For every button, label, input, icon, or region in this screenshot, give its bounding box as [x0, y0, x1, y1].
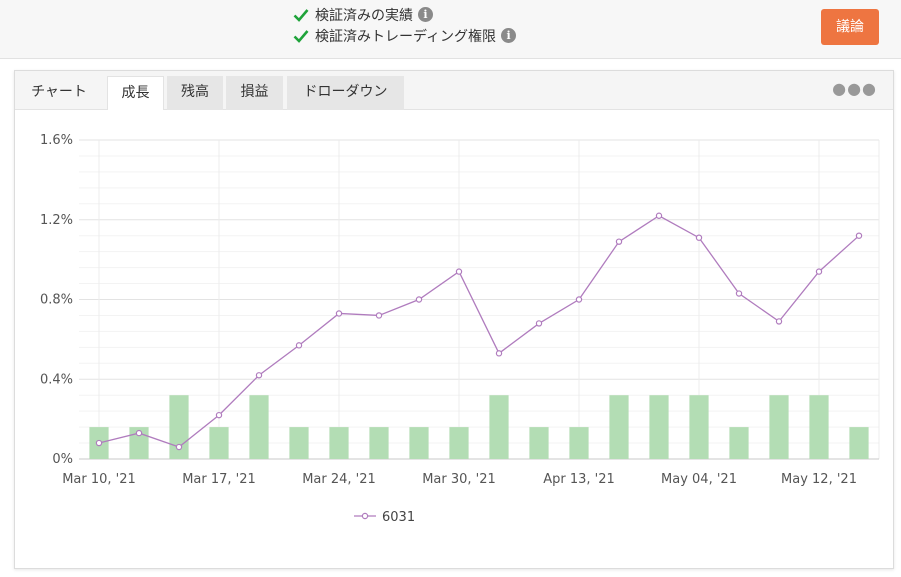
- data-point: [535, 320, 543, 327]
- x-tick-label: May 04, '21: [661, 472, 737, 487]
- data-point: [495, 350, 503, 357]
- data-point: [255, 372, 263, 379]
- check-icon: [293, 29, 309, 43]
- data-point: [295, 342, 303, 349]
- data-point: [335, 310, 343, 317]
- data-point: [375, 312, 383, 319]
- data-point: [415, 296, 423, 303]
- data-point: [575, 296, 583, 303]
- data-point: [175, 443, 183, 451]
- y-tick-label: 1.6%: [40, 133, 73, 148]
- bar: [449, 427, 469, 459]
- data-point: [695, 234, 703, 241]
- legend-label: 6031: [382, 510, 415, 525]
- y-tick-label: 0.8%: [40, 293, 73, 308]
- bar: [809, 395, 829, 459]
- data-point: [455, 268, 463, 275]
- x-tick-label: May 12, '21: [781, 472, 857, 487]
- bar: [489, 395, 509, 459]
- bar: [409, 427, 429, 459]
- bar: [729, 427, 749, 459]
- bar: [209, 427, 229, 459]
- bar: [329, 427, 349, 459]
- check-icon: [293, 8, 309, 22]
- y-tick-label: 0%: [52, 452, 73, 467]
- bar: [609, 395, 629, 459]
- x-tick-label: Apr 13, '21: [543, 472, 615, 487]
- verified-item: 検証済みの実績 i: [293, 4, 516, 25]
- bar: [649, 395, 669, 459]
- data-point: [855, 232, 863, 239]
- verified-item: 検証済みトレーディング権限 i: [293, 25, 517, 46]
- bar: [249, 395, 269, 459]
- verified-item-label: 検証済みトレーディング権限: [315, 28, 497, 45]
- info-icon[interactable]: i: [418, 7, 433, 22]
- chart-panel: チャート 成長 残高 損益 ドローダウン ●●● 0% 0.4% 0.8% 1.2% 1…: [14, 70, 894, 569]
- data-point: [615, 238, 623, 245]
- bar: [769, 395, 789, 459]
- bar: [569, 427, 589, 459]
- data-point: [735, 290, 743, 297]
- data-point: [815, 268, 823, 275]
- bar: [689, 395, 709, 459]
- x-tick-label: Mar 10, '21: [62, 472, 136, 487]
- legend-marker: [361, 512, 369, 520]
- data-point: [95, 439, 103, 447]
- y-tick-label: 1.2%: [40, 213, 73, 228]
- verified-item-label: 検証済みの実績: [315, 7, 413, 24]
- bar: [369, 427, 389, 459]
- bar: [849, 427, 869, 459]
- data-point: [215, 411, 223, 419]
- top-bar: 検証済みの実績 i 検証済みトレーディング権限 i 議論: [0, 0, 901, 59]
- x-tick-label: Mar 30, '21: [422, 472, 496, 487]
- data-point: [775, 318, 783, 325]
- x-tick-label: Mar 17, '21: [182, 472, 256, 487]
- data-point: [655, 212, 663, 219]
- discuss-button[interactable]: 議論: [821, 9, 879, 45]
- bar: [529, 427, 549, 459]
- x-tick-label: Mar 24, '21: [302, 472, 376, 487]
- y-tick-label: 0.4%: [40, 372, 73, 387]
- bar: [289, 427, 309, 459]
- data-point: [135, 429, 143, 437]
- verification-list: 検証済みの実績 i 検証済みトレーディング権限 i: [293, 4, 517, 46]
- growth-chart: 0% 0.4% 0.8% 1.2% 1.6% Mar 10, '21 Mar 17, '21…: [40, 133, 880, 525]
- info-icon[interactable]: i: [501, 28, 517, 43]
